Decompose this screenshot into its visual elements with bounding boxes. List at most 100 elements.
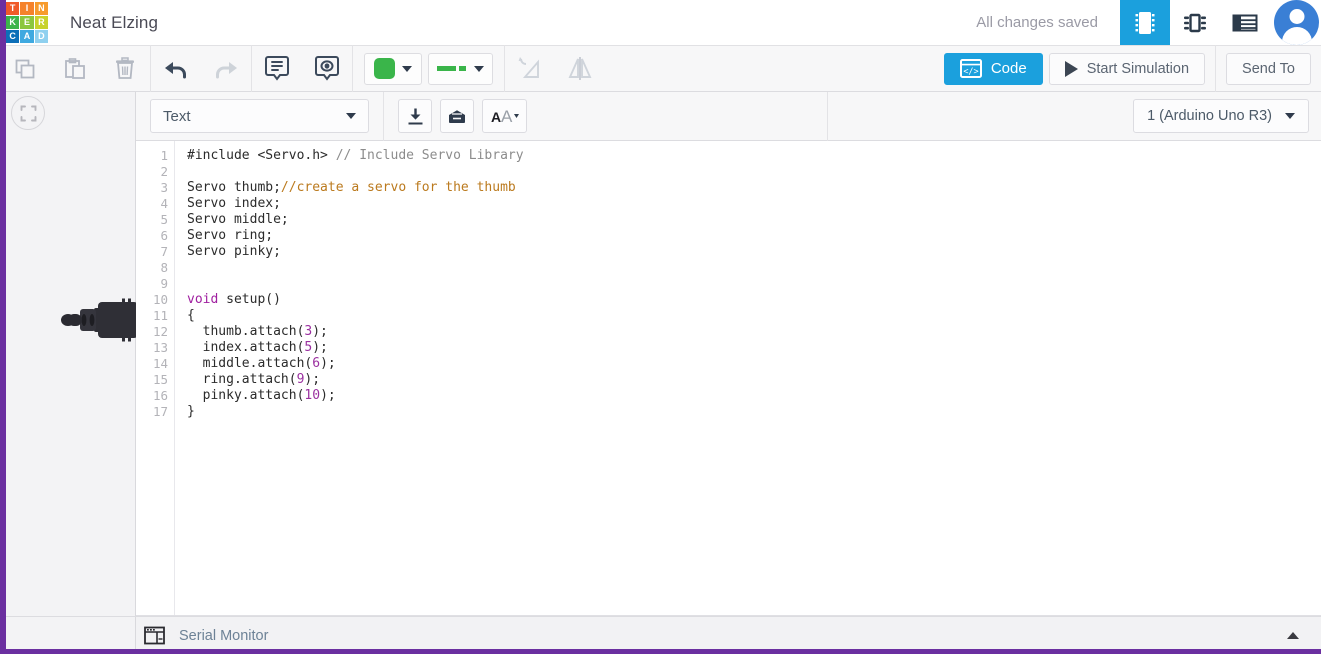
chevron-down-icon xyxy=(346,113,356,119)
app-header: TINKERCAD Neat Elzing All changes saved xyxy=(0,0,1321,45)
code-editor-toolbar: Text A A 1 (Arduino Uno R3) xyxy=(136,91,1321,141)
notes-button[interactable] xyxy=(252,45,302,92)
line-number: 16 xyxy=(152,388,168,403)
workspace-body: Text A A 1 (Arduino Uno R3) 1 2 3 4 5 6 … xyxy=(0,91,1321,616)
toolbar-divider xyxy=(826,91,828,141)
clipboard-group xyxy=(0,45,150,92)
delete-button[interactable] xyxy=(100,45,150,92)
code-token-pre: setup() xyxy=(218,292,281,307)
mirror-icon xyxy=(568,56,592,80)
download-icon xyxy=(408,108,422,124)
code-token-pre: Servo pinky; xyxy=(187,244,281,259)
line-number: 10 xyxy=(152,292,168,307)
line-number: 3 xyxy=(160,180,168,195)
code-token-pre: index.attach( xyxy=(187,340,305,355)
logo-cell-t: T xyxy=(6,1,20,15)
logo-cell-e: E xyxy=(20,15,34,30)
bottom-purple-rail xyxy=(0,649,1321,654)
library-box-icon xyxy=(449,110,465,123)
save-status-label: All changes saved xyxy=(976,14,1098,31)
chevron-down-icon xyxy=(474,65,484,72)
code-content[interactable]: #include <Servo.h> // Include Servo Libr… xyxy=(175,141,1321,615)
fit-view-button[interactable] xyxy=(11,96,45,130)
code-token-num: 6 xyxy=(312,356,321,371)
download-code-button[interactable] xyxy=(398,99,432,133)
send-to-button[interactable]: Send To xyxy=(1226,52,1311,85)
circuit-canvas-pane[interactable] xyxy=(0,92,138,616)
note-bubble-icon xyxy=(265,55,289,81)
font-size-button[interactable]: A A xyxy=(482,99,527,133)
annotation-visibility-button[interactable] xyxy=(302,45,352,92)
code-line: ring.attach(9); xyxy=(187,372,1321,388)
code-line: thumb.attach(3); xyxy=(187,324,1321,340)
line-number: 8 xyxy=(160,260,168,275)
line-number-gutter: 1 2 3 4 5 6 7 8 9 10 11 12 13 14 15 16 17 xyxy=(136,141,175,615)
rotate-button[interactable] xyxy=(505,45,555,92)
table-icon-glyph xyxy=(1232,14,1258,31)
logo-cell-i: I xyxy=(20,1,34,15)
mirror-button[interactable] xyxy=(555,45,605,92)
wire-style-group xyxy=(353,45,504,92)
code-token-pre: thumb.attach( xyxy=(187,324,305,339)
undo-button[interactable] xyxy=(151,45,201,92)
redo-button[interactable] xyxy=(201,45,251,92)
avatar[interactable] xyxy=(1274,0,1319,45)
code-button[interactable]: </> Code xyxy=(943,52,1043,85)
wire-color-picker[interactable] xyxy=(364,52,422,85)
code-line: #include <Servo.h> // Include Servo Libr… xyxy=(187,148,1321,164)
header-right-group: All changes saved xyxy=(976,0,1321,45)
play-icon xyxy=(1064,60,1078,77)
editor-mode-select[interactable]: Text xyxy=(150,99,369,133)
line-number: 1 xyxy=(160,148,168,163)
send-to-label: Send To xyxy=(1242,60,1295,77)
code-token-pre: { xyxy=(187,308,195,323)
start-simulation-label: Start Simulation xyxy=(1086,60,1190,77)
servo-component[interactable] xyxy=(42,297,138,343)
history-group xyxy=(151,45,251,92)
code-token-cmt-gray: // Include Servo Library xyxy=(335,148,524,163)
wire-color-swatch xyxy=(374,58,395,79)
code-line: Servo thumb;//create a servo for the thu… xyxy=(187,180,1321,196)
components-panel-icon[interactable] xyxy=(1120,0,1170,45)
annotation-group xyxy=(252,45,352,92)
code-editor[interactable]: 1 2 3 4 5 6 7 8 9 10 11 12 13 14 15 16 17 #include <Serv… xyxy=(136,141,1321,616)
logo-cell-c: C xyxy=(6,30,20,44)
serial-monitor-label[interactable]: Serial Monitor xyxy=(179,628,268,644)
font-size-icon: A A xyxy=(491,107,519,125)
paste-button[interactable] xyxy=(50,45,100,92)
chip-icon-glyph xyxy=(1135,11,1155,34)
line-number: 4 xyxy=(160,196,168,211)
line-number: 7 xyxy=(160,244,168,259)
paste-icon xyxy=(65,57,85,79)
code-line: pinky.attach(10); xyxy=(187,388,1321,404)
code-token-pre: ); xyxy=(312,340,328,355)
board-select[interactable]: 1 (Arduino Uno R3) xyxy=(1133,99,1309,133)
toolbar-right-group: </> Code Start Simulation Send To xyxy=(943,45,1321,92)
libraries-button[interactable] xyxy=(440,99,474,133)
code-line: middle.attach(6); xyxy=(187,356,1321,372)
code-line: Servo ring; xyxy=(187,228,1321,244)
list-view-icon[interactable] xyxy=(1220,0,1270,45)
line-number: 17 xyxy=(152,404,168,419)
transform-group xyxy=(505,45,605,92)
code-editor-pane: Text A A 1 (Arduino Uno R3) 1 2 3 4 5 6 … xyxy=(136,91,1321,616)
serial-monitor-icon[interactable] xyxy=(144,626,165,645)
toolbar-divider xyxy=(1215,45,1217,92)
code-token-pre: middle.attach( xyxy=(187,356,313,371)
collapse-caret-icon[interactable] xyxy=(1287,632,1299,639)
code-line: void setup() xyxy=(187,292,1321,308)
chevron-down-icon xyxy=(402,65,412,72)
font-size-small-glyph: A xyxy=(491,109,501,125)
tinkercad-logo[interactable]: TINKERCAD xyxy=(6,1,48,44)
fit-view-icon xyxy=(20,105,36,121)
chip-view-icon[interactable] xyxy=(1170,0,1220,45)
wire-type-picker[interactable] xyxy=(428,52,493,85)
line-number: 5 xyxy=(160,212,168,227)
copy-button[interactable] xyxy=(0,45,50,92)
code-token-pre: ring.attach( xyxy=(187,372,297,387)
logo-cell-r: R xyxy=(34,15,48,30)
start-simulation-button[interactable]: Start Simulation xyxy=(1048,52,1206,85)
code-line: index.attach(5); xyxy=(187,340,1321,356)
